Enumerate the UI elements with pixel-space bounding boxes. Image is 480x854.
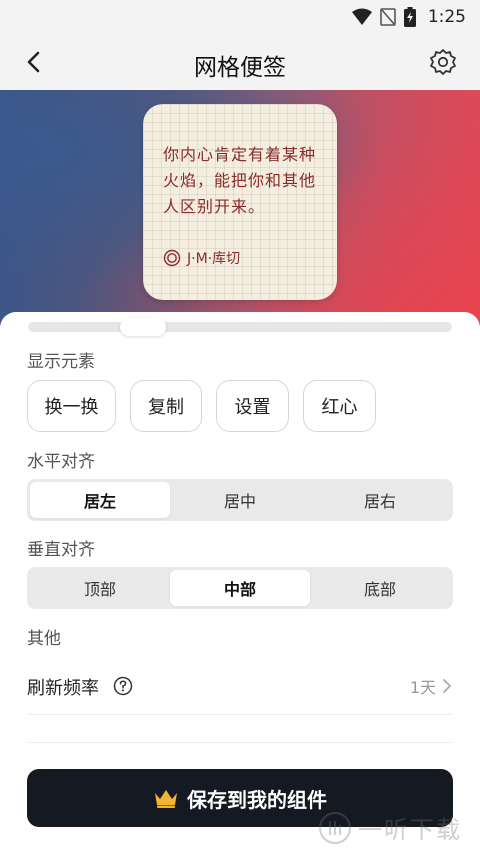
wifi-icon xyxy=(351,8,372,25)
note-preview-card: 你内心肯定有着某种火焰，能把你和其他人区别开来。 J·M·库切 xyxy=(143,104,337,300)
refresh-frequency-text: 1天 xyxy=(409,678,436,697)
valign-top[interactable]: 顶部 xyxy=(30,570,170,606)
circle-icon xyxy=(163,249,181,267)
note-author: J·M·库切 xyxy=(187,251,241,267)
valign-middle[interactable]: 中部 xyxy=(170,570,310,606)
watermark-logo-icon xyxy=(319,811,351,844)
slider-handle[interactable] xyxy=(120,318,166,336)
other-label: 其他 xyxy=(27,629,61,649)
watermark-text: 一听下载 xyxy=(358,816,462,844)
horizontal-align-label: 水平对齐 xyxy=(27,452,95,472)
halign-left[interactable]: 居左 xyxy=(30,482,170,518)
chip-copy[interactable]: 复制 xyxy=(130,380,202,432)
chip-shuffle[interactable]: 换一换 xyxy=(27,380,116,432)
header: 网格便签 xyxy=(0,34,480,90)
settings-button[interactable] xyxy=(426,45,460,79)
status-time: 1:25 xyxy=(427,7,466,27)
note-quote: 你内心肯定有着某种火焰，能把你和其他人区别开来。 xyxy=(163,145,317,216)
question-circle-icon[interactable] xyxy=(113,676,133,696)
refresh-frequency-value[interactable]: 1天 xyxy=(410,674,452,698)
vertical-align-control: 顶部 中部 底部 xyxy=(27,567,453,609)
crown-icon xyxy=(155,790,177,808)
refresh-frequency-label: 刷新频率 xyxy=(27,678,99,699)
battery-icon xyxy=(403,7,416,27)
halign-center[interactable]: 居中 xyxy=(170,482,310,518)
page-title: 网格便签 xyxy=(194,55,286,81)
divider xyxy=(27,714,453,715)
chip-settings[interactable]: 设置 xyxy=(216,380,289,432)
chevron-right-icon xyxy=(443,679,451,693)
no-signal-icon xyxy=(380,8,396,26)
slider-track[interactable] xyxy=(28,322,452,332)
vertical-align-label: 垂直对齐 xyxy=(27,540,95,560)
status-icons: 1:25 xyxy=(351,6,466,28)
watermark: 一听下载 xyxy=(318,810,462,845)
gear-icon xyxy=(430,49,456,75)
note-author-row: J·M·库切 xyxy=(163,248,240,268)
status-bar: 1:25 xyxy=(0,0,480,34)
display-elements-label: 显示元素 xyxy=(27,352,95,372)
halign-right[interactable]: 居右 xyxy=(310,482,450,518)
divider xyxy=(27,742,453,743)
chip-heart[interactable]: 红心 xyxy=(303,380,376,432)
valign-bottom[interactable]: 底部 xyxy=(310,570,450,606)
horizontal-align-control: 居左 居中 居右 xyxy=(27,479,453,521)
save-button-label: 保存到我的组件 xyxy=(187,787,327,812)
